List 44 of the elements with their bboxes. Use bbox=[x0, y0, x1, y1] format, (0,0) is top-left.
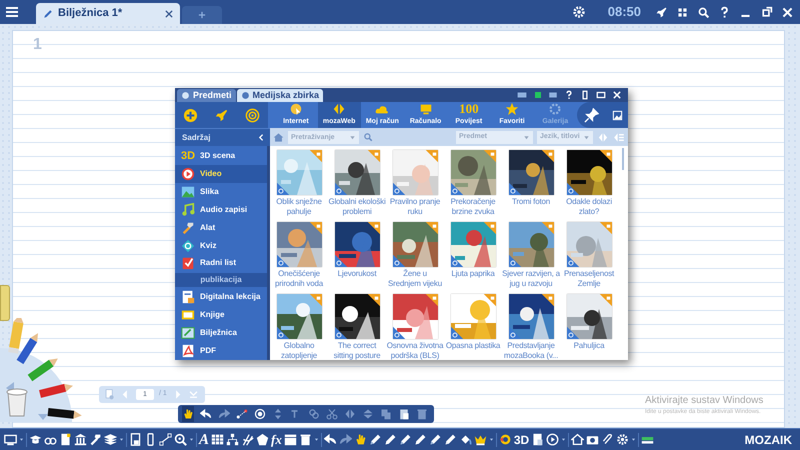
video-title: Osnovna životna podrška (BLS) bbox=[386, 341, 444, 360]
video-title: Odakle dolazi zlato? bbox=[565, 197, 613, 217]
video-title: Opasna plastika bbox=[444, 341, 502, 351]
sidebar-title: Sadržaj bbox=[182, 132, 212, 144]
three-d-icon[interactable]: 3D bbox=[514, 432, 530, 446]
dialog-tab[interactable]: Medijska zbirka bbox=[236, 89, 324, 102]
sidebar-item[interactable]: Audio zapisi bbox=[175, 200, 267, 219]
sidebar-item[interactable]: PDF bbox=[175, 342, 267, 360]
sidebar-item[interactable]: Alat bbox=[175, 218, 267, 237]
cube-label-icon: 3D bbox=[181, 150, 195, 162]
dialog-tab[interactable]: Predmeti bbox=[177, 89, 236, 102]
sidebar-item[interactable]: Radni list bbox=[175, 254, 267, 272]
activation-title: Aktivirajte sustav Windows bbox=[645, 394, 764, 408]
video-title: Oblik snježne pahulje bbox=[275, 197, 323, 217]
sidebar-item[interactable]: Knjige bbox=[175, 306, 267, 324]
sidebar-item[interactable]: Kviz bbox=[175, 236, 267, 255]
video-title: Pahuljica bbox=[572, 341, 606, 351]
text-tool-icon[interactable]: A bbox=[199, 432, 210, 448]
formula-tool-icon[interactable]: fx bbox=[271, 432, 282, 446]
video-title: Sjever razvijen, a jug u razvoju bbox=[502, 269, 560, 289]
video-title: Prenaseljenost Zemlje bbox=[562, 269, 616, 289]
video-title: Globalni ekološki problemi bbox=[328, 197, 386, 217]
video-title: Globalno zatopljenje bbox=[280, 341, 318, 360]
sidebar-item[interactable]: Slika bbox=[175, 182, 267, 201]
sidebar-item[interactable]: Digitalna lekcija bbox=[175, 288, 267, 306]
video-title: Ljevorukost bbox=[336, 269, 378, 279]
sidebar-item[interactable]: Video bbox=[175, 164, 267, 183]
video-title: Prekoračenje brzine zvuka bbox=[450, 197, 496, 217]
clock: 08:50 bbox=[608, 3, 641, 22]
sidebar-item[interactable]: 3D 3D scena bbox=[175, 147, 267, 165]
sidebar-item[interactable]: Bilježnica bbox=[175, 324, 267, 342]
video-title: Pravilno pranje ruku bbox=[388, 197, 442, 217]
video-title: Tromi foton bbox=[511, 197, 551, 207]
page-number: 1 bbox=[33, 36, 42, 53]
video-title: The correct sitting posture bbox=[332, 341, 382, 360]
section-header: publikacija bbox=[175, 273, 267, 288]
video-title: Žene u Srednjem vijeku bbox=[387, 269, 443, 289]
video-title: Onečišćenje prirodnih voda bbox=[274, 269, 324, 289]
video-title: Ljuta paprika bbox=[450, 269, 496, 279]
logo[interactable]: MOZAIK bbox=[744, 430, 792, 448]
counter-icon: 100 bbox=[459, 102, 479, 116]
tab-title: Bilježnica 1* bbox=[58, 6, 124, 22]
video-title: Predstavljanje mozaBooka (v... bbox=[502, 341, 560, 360]
document-tab[interactable]: Bilježnica 1* bbox=[36, 3, 180, 24]
